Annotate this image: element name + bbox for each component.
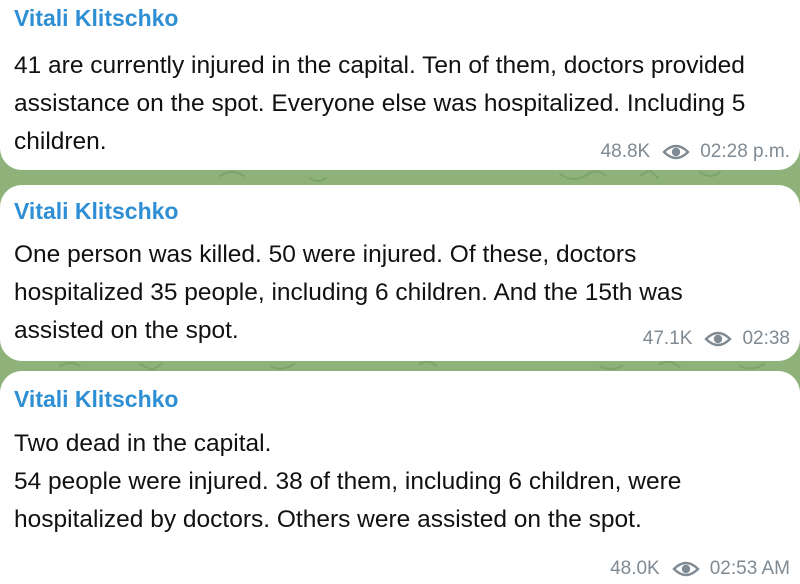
eye-icon — [704, 331, 733, 347]
sender-name[interactable]: Vitali Klitschko — [14, 4, 178, 32]
sender-name[interactable]: Vitali Klitschko — [14, 385, 178, 413]
message-meta: 47.1K 02:38 — [643, 327, 790, 351]
message-line: hospitalized 35 people, including 6 chil… — [14, 279, 683, 306]
message-time: 02:28 p.m. — [700, 141, 790, 162]
message-bubble[interactable]: Vitali Klitschko One person was killed. … — [0, 185, 800, 361]
message-line: 41 are currently injured in the capital.… — [14, 52, 745, 79]
message-line: Two dead in the capital. — [14, 430, 272, 457]
message-line: 54 people were injured. 38 of them, incl… — [14, 468, 682, 495]
message-meta: 48.8K 02:28 p.m. — [601, 140, 790, 164]
message-time: 02:38 — [742, 328, 790, 349]
message-time: 02:53 AM — [709, 558, 790, 579]
view-count: 47.1K — [642, 328, 693, 349]
message-meta: 48.0K 02:53 AM — [610, 557, 790, 581]
message-line: One person was killed. 50 were injured. … — [14, 241, 637, 268]
message-bubble[interactable]: Vitali Klitschko Two dead in the capital… — [0, 371, 800, 584]
eye-icon — [672, 561, 700, 577]
eye-icon — [662, 144, 690, 160]
view-count: 48.0K — [610, 558, 660, 579]
message-bubble[interactable]: Vitali Klitschko 41 are currently injure… — [0, 0, 800, 170]
message-line: assistance on the spot. Everyone else wa… — [14, 90, 746, 117]
message-line: hospitalized by doctors. Others were ass… — [14, 506, 642, 533]
message-text: Two dead in the capital. 54 people were … — [14, 425, 794, 539]
view-count: 48.8K — [600, 141, 651, 162]
sender-name[interactable]: Vitali Klitschko — [14, 197, 178, 225]
